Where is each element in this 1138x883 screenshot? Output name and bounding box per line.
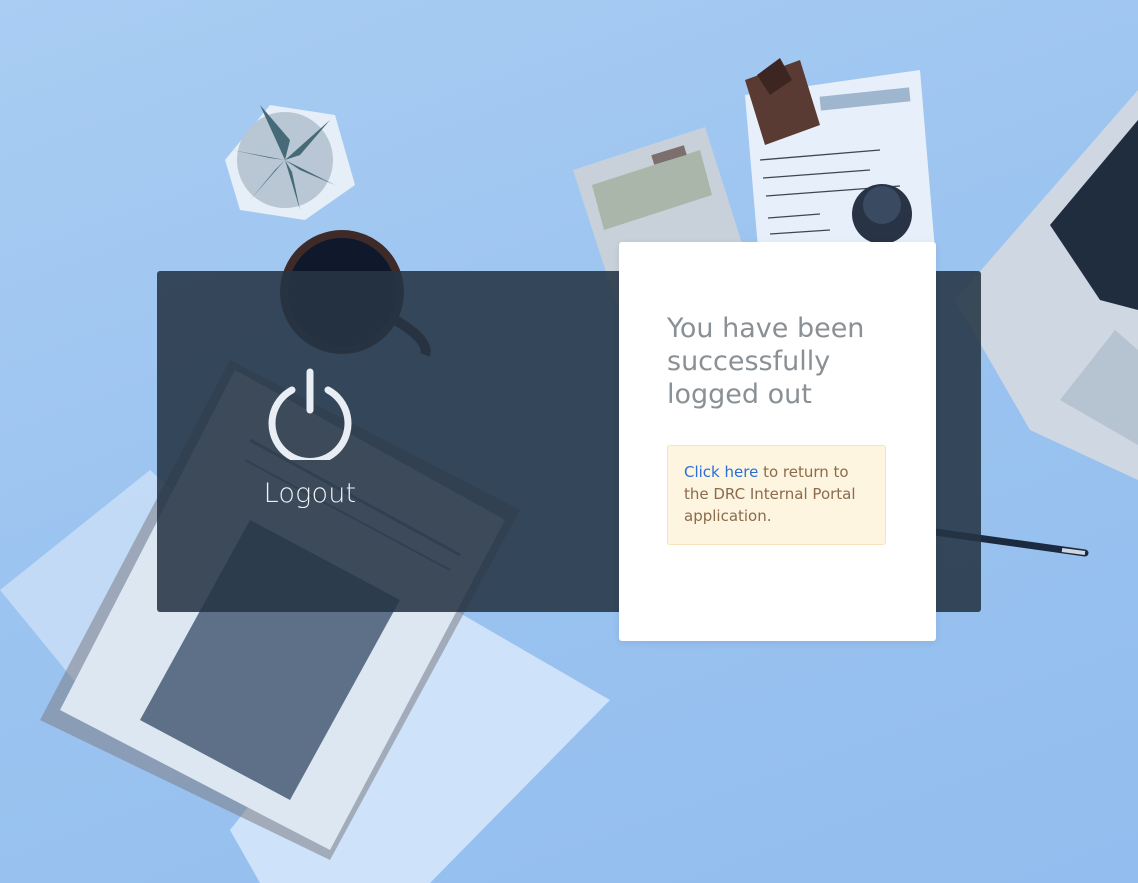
laptop (955, 90, 1138, 480)
logout-panel: Logout (200, 366, 420, 509)
stamp (852, 184, 912, 244)
power-icon (268, 368, 352, 460)
logout-message-title: You have been successfully logged out (667, 313, 865, 410)
click-here-link[interactable]: Click here (684, 463, 758, 481)
succulent-plant (225, 105, 355, 220)
logout-label: Logout (263, 478, 357, 509)
return-notice: Click here to return to the DRC Internal… (667, 445, 886, 545)
logout-message-card: You have been successfully logged out Cl… (619, 242, 936, 641)
